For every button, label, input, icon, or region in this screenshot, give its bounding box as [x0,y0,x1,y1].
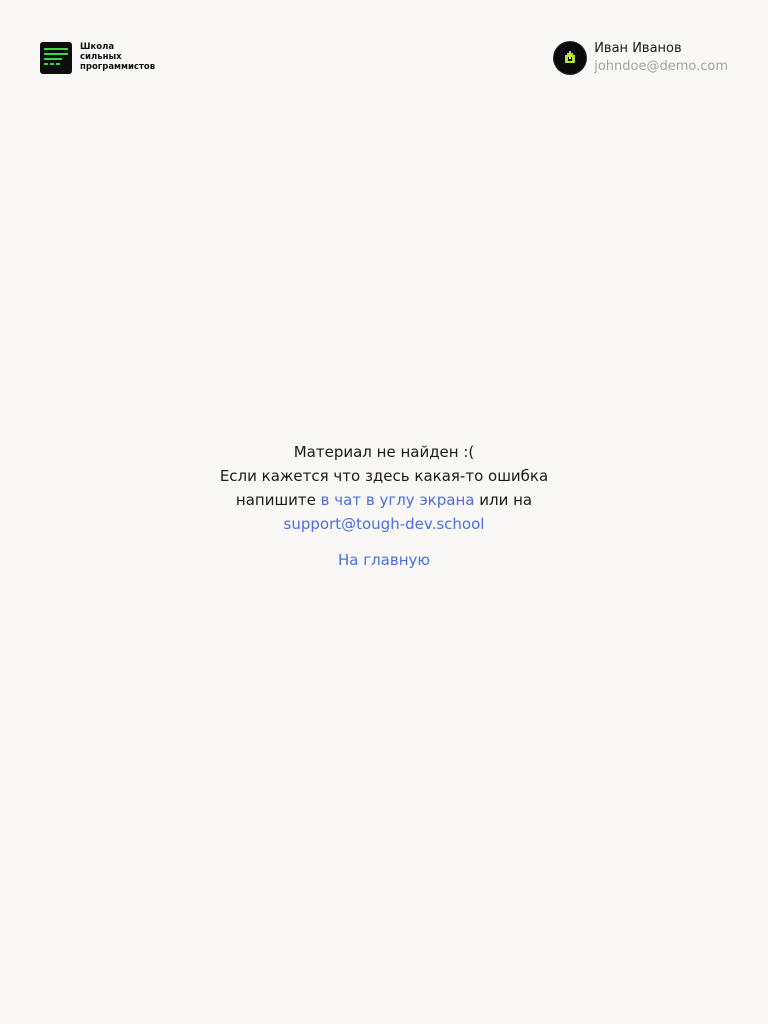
user-info: Иван Иванов johndoe@demo.com [594,41,728,77]
logo-text: Школа сильных программистов [80,42,155,72]
pixel-house-avatar-icon [565,51,576,63]
user-name: Иван Иванов [594,41,682,56]
user-email: johndoe@demo.com [594,59,728,74]
logo-icon [40,42,72,74]
support-email-link[interactable]: support@tough-dev.school [284,515,485,533]
error-message: Материал не найден :( Если кажется что з… [184,440,584,536]
not-found-block: Материал не найден :( Если кажется что з… [0,440,768,572]
logo-line-1: Школа [80,42,115,52]
logo-link[interactable]: Школа сильных программистов [40,40,155,74]
header: Школа сильных программистов Иван Иванов … [40,40,728,76]
avatar[interactable] [554,42,587,74]
error-hint: Если кажется что здесь какая-то ошибка н… [184,464,584,536]
home-link[interactable]: На главную [338,548,430,572]
user-profile[interactable]: Иван Иванов johndoe@demo.com [554,41,728,77]
chat-link[interactable]: в чат в углу экрана [321,491,475,509]
logo-line-2: сильных [80,52,122,62]
logo-line-3: программистов [80,62,156,72]
error-hint-or: или на [479,491,533,509]
error-title: Материал не найден :( [293,443,475,461]
